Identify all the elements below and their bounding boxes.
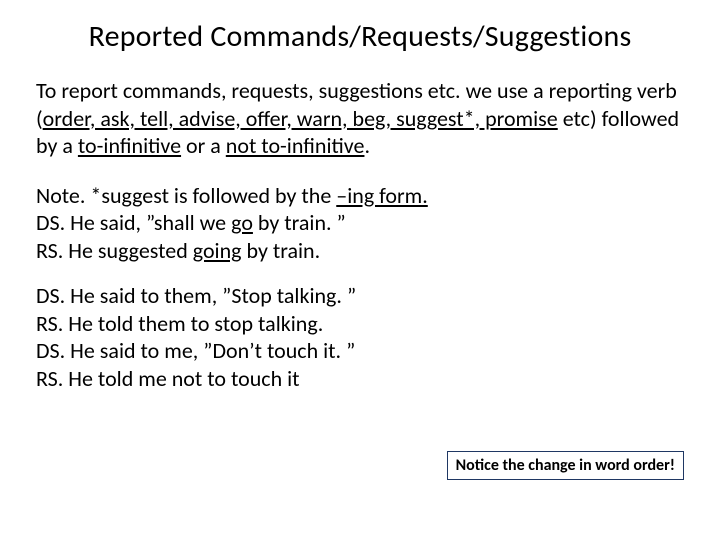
ex2-rs2: RS. He told me not to touch it xyxy=(36,365,300,392)
callout-box: Notice the change in word order! xyxy=(447,451,684,480)
note-rs1a: RS. He suggested xyxy=(36,237,193,264)
slide-title: Reported Commands/Requests/Suggestions xyxy=(36,18,684,55)
slide-body: To report commands, requests, suggestion… xyxy=(36,77,684,392)
note-ds1b: by train. ” xyxy=(253,209,346,236)
intro-verbs: order, ask, tell, advise, offer, warn, b… xyxy=(43,105,558,132)
ex2-ds1: DS. He said to them, ”Stop talking. ” xyxy=(36,282,356,309)
note-ingform: –ing form. xyxy=(336,182,428,209)
ex2-rs1: RS. He told them to stop talking. xyxy=(36,310,323,337)
note-paragraph: Note. *suggest is followed by the –ing f… xyxy=(36,182,684,265)
intro-nottoinf: not to-infinitive xyxy=(226,132,365,159)
example2-paragraph: DS. He said to them, ”Stop talking. ” RS… xyxy=(36,282,684,392)
ex2-ds2: DS. He said to me, ”Don’t touch it. ” xyxy=(36,337,355,364)
note-go: go xyxy=(231,209,253,236)
note-ds1a: DS. He said, ”shall we xyxy=(36,209,231,236)
note-rs1b: by train. xyxy=(242,237,321,264)
slide: Reported Commands/Requests/Suggestions T… xyxy=(0,0,720,540)
intro-paragraph: To report commands, requests, suggestion… xyxy=(36,77,684,160)
intro-end: . xyxy=(364,132,370,159)
intro-toinf: to-infinitive xyxy=(78,132,181,159)
note-line1a: Note. *suggest is followed by the xyxy=(36,182,336,209)
intro-mid2: or a xyxy=(181,132,226,159)
note-going: going xyxy=(193,237,242,264)
